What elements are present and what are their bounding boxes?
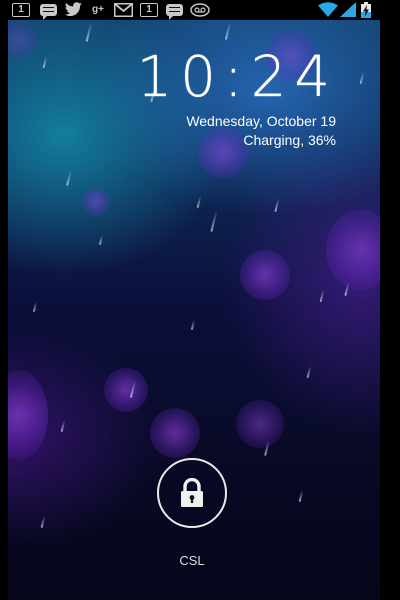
screen-bezel-left (0, 0, 8, 600)
sms-icon (166, 2, 183, 20)
lock-screen: 1 g+ 1 10:24 Wednesday, October 19 Charg… (0, 0, 400, 600)
gmail-icon (114, 2, 133, 17)
status-bar: 1 g+ 1 (0, 0, 400, 20)
charging-status: Charging, 36% (243, 132, 336, 148)
missed-call-count-icon: 1 (12, 2, 30, 17)
cell-signal-icon (340, 2, 356, 17)
lockscreen-clock: 10:24 (136, 45, 338, 110)
carrier-label: CSL (179, 553, 205, 568)
battery-charging-icon (361, 1, 371, 18)
padlock-icon (180, 478, 204, 508)
unlock-button[interactable] (157, 458, 227, 528)
sms-icon (40, 2, 57, 20)
missed-call-count-icon: 1 (140, 2, 158, 17)
voicemail-icon (190, 2, 210, 17)
lockscreen-date: Wednesday, October 19 (186, 113, 336, 129)
screen-bezel-right (380, 0, 400, 600)
wifi-icon (318, 2, 338, 17)
google-plus-icon: g+ (92, 4, 104, 15)
twitter-icon (64, 2, 83, 17)
